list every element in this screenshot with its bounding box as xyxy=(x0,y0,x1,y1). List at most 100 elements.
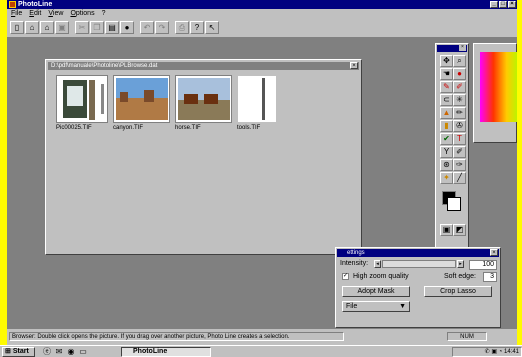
thumbnail-item[interactable]: tools.TIF xyxy=(237,75,277,131)
maximize-button[interactable]: □ xyxy=(499,1,507,8)
browse-window: D:\pdf\manuale\Photoline\PLBrowse.dat × … xyxy=(45,59,362,255)
browse-close-button[interactable]: × xyxy=(350,62,358,69)
clear-icon[interactable]: ● xyxy=(120,21,134,34)
gradient-tool-icon[interactable]: ▮ xyxy=(440,120,453,132)
thumbnail-image xyxy=(237,75,277,123)
open-browse-icon[interactable]: ⌂ xyxy=(40,21,54,34)
settings-panel: ettings × Intensity: ◂ ▸ 100 ✓ High zoom… xyxy=(335,247,501,328)
file-dropdown[interactable]: File ▼ xyxy=(342,301,410,312)
desktop-icon[interactable]: ▭ xyxy=(78,347,88,357)
airbrush-tool-icon[interactable]: ✑ xyxy=(453,159,466,171)
clock[interactable]: 14:41 xyxy=(504,349,519,355)
y-tool-icon[interactable]: Y xyxy=(440,146,453,158)
browse-title: D:\pdf\manuale\Photoline\PLBrowse.dat xyxy=(51,63,158,69)
soft-edge-label: Soft edge: xyxy=(444,273,476,280)
desktop-right xyxy=(517,0,522,357)
pen-tool-icon[interactable]: ✎ xyxy=(440,81,453,93)
adopt-mask-button[interactable]: Adopt Mask xyxy=(342,286,410,297)
settings-close-button[interactable]: × xyxy=(490,249,498,256)
mask-tool-icon[interactable]: ▣ xyxy=(440,224,453,236)
settings-title-bar[interactable]: ettings × xyxy=(337,249,499,257)
intensity-left-arrow[interactable]: ◂ xyxy=(374,260,381,268)
high-zoom-checkbox[interactable]: ✓ xyxy=(342,273,349,280)
crop-lasso-button[interactable]: Crop Lasso xyxy=(424,286,492,297)
intensity-right-arrow[interactable]: ▸ xyxy=(457,260,464,268)
undo-icon[interactable]: ↶ xyxy=(140,21,154,34)
paste-icon[interactable]: ▤ xyxy=(105,21,119,34)
desktop-left xyxy=(0,0,7,357)
menu-view[interactable]: View xyxy=(48,9,63,19)
taskbar-photoline-label: PhotoLine xyxy=(133,348,168,355)
menu-help[interactable]: ? xyxy=(102,9,106,19)
hand-tool-icon[interactable]: ☚ xyxy=(440,68,453,80)
internet-explorer-icon[interactable]: ⓔ xyxy=(42,347,52,357)
cut-icon[interactable]: ✂ xyxy=(75,21,89,34)
palette-title-bar[interactable]: × xyxy=(437,45,467,52)
zoom-tool-icon[interactable]: ⌕ xyxy=(453,55,466,67)
browse-title-bar[interactable]: D:\pdf\manuale\Photoline\PLBrowse.dat × xyxy=(48,62,359,70)
file-dropdown-label: File xyxy=(346,303,358,310)
soft-edge-value[interactable]: 3 xyxy=(483,272,497,282)
thumbnail-item[interactable]: horse.TIF xyxy=(175,75,232,131)
thumbnail-caption: tools.TIF xyxy=(237,125,261,131)
thumbnail-image xyxy=(56,75,108,123)
thumbnail-item[interactable]: canyon.TIF xyxy=(113,75,170,131)
context-help-icon[interactable]: ↖ xyxy=(205,21,219,34)
status-message: Browser: Double click opens the picture.… xyxy=(9,332,344,341)
workspace: D:\pdf\manuale\Photoline\PLBrowse.dat × … xyxy=(7,37,517,329)
eraser-tool-icon[interactable]: ✐ xyxy=(453,81,466,93)
color-spectrum[interactable] xyxy=(480,52,517,122)
browse-area: Pic00025.TIF canyon.TIF horse.TIF tools.… xyxy=(48,71,359,252)
print-icon[interactable]: ⎙ xyxy=(175,21,189,34)
minimize-button[interactable]: _ xyxy=(490,1,498,8)
taskbar-photoline[interactable]: PhotoLine xyxy=(121,347,211,357)
thumbnail-image xyxy=(175,75,232,123)
intensity-slider[interactable] xyxy=(382,260,456,268)
menu-edit[interactable]: Edit xyxy=(29,9,41,19)
color-pick-tool-icon[interactable]: ✦ xyxy=(440,172,453,184)
clone-tool-icon[interactable]: ⊛ xyxy=(440,159,453,171)
lasso-tool-icon[interactable]: ● xyxy=(453,68,466,80)
text-tool-icon[interactable]: T xyxy=(453,133,466,145)
channels-icon[interactable]: ◉ xyxy=(66,347,76,357)
info-icon[interactable]: ? xyxy=(190,21,204,34)
color-panel xyxy=(473,43,517,143)
intensity-value[interactable]: 100 xyxy=(469,260,497,270)
start-button[interactable]: ⊞ Start xyxy=(2,347,35,357)
new-icon[interactable]: ▯ xyxy=(10,21,24,34)
close-button[interactable]: × xyxy=(508,1,516,8)
menu-bar: File Edit View Options ? xyxy=(7,9,517,19)
lasso-select-icon[interactable]: ⊂ xyxy=(440,94,453,106)
intensity-label: Intensity: xyxy=(340,260,369,267)
bucket-tool-icon[interactable]: ▲ xyxy=(440,107,453,119)
high-zoom-label: High zoom quality xyxy=(353,273,409,280)
title-bar[interactable]: PhotoLine _ □ × xyxy=(7,0,517,9)
menu-file[interactable]: File xyxy=(11,9,22,19)
magic-wand-icon[interactable]: ✳ xyxy=(453,94,466,106)
menu-options[interactable]: Options xyxy=(70,9,94,19)
copy-icon[interactable]: ❐ xyxy=(90,21,104,34)
tool-palette: × ✥ ⌕ ☚ ● ✎ ✐ ⊂ ✳ ▲ ✏ ▮ ✇ ✔ T Y ✐ ⊛ ✑ ✦ … xyxy=(435,43,469,268)
redo-icon[interactable]: ↷ xyxy=(155,21,169,34)
move-tool-icon[interactable]: ✥ xyxy=(440,55,453,67)
stamp-tool-icon[interactable]: ✇ xyxy=(453,120,466,132)
smudge-tool-icon[interactable]: ✐ xyxy=(453,146,466,158)
brush-tool-icon[interactable]: ✏ xyxy=(453,107,466,119)
windows-logo-icon: ⊞ xyxy=(5,348,11,355)
background-color-swatch[interactable] xyxy=(447,197,461,211)
outlook-icon[interactable]: ✉ xyxy=(54,347,64,357)
quickmask-tool-icon[interactable]: ◩ xyxy=(453,224,466,236)
save-icon[interactable]: ▣ xyxy=(55,21,69,34)
chevron-down-icon: ▼ xyxy=(399,303,406,310)
photoline-icon xyxy=(9,1,16,8)
line-tool-icon[interactable]: ╱ xyxy=(453,172,466,184)
system-tray: ✆ ▣ ◔ 14:41 xyxy=(452,347,522,357)
palette-close-button[interactable]: × xyxy=(459,45,466,51)
photoline-window: PhotoLine _ □ × File Edit View Options ?… xyxy=(7,0,517,345)
check-tool-icon[interactable]: ✔ xyxy=(440,133,453,145)
thumbnail-caption: Pic00025.TIF xyxy=(56,125,92,131)
taskbar: ⊞ Start ⓔ ✉ ◉ ▭ PhotoLine ✆ ▣ ◔ 14:41 xyxy=(0,345,522,357)
thumbnail-caption: canyon.TIF xyxy=(113,125,144,131)
open-icon[interactable]: ⌂ xyxy=(25,21,39,34)
thumbnail-item[interactable]: Pic00025.TIF xyxy=(56,75,108,131)
